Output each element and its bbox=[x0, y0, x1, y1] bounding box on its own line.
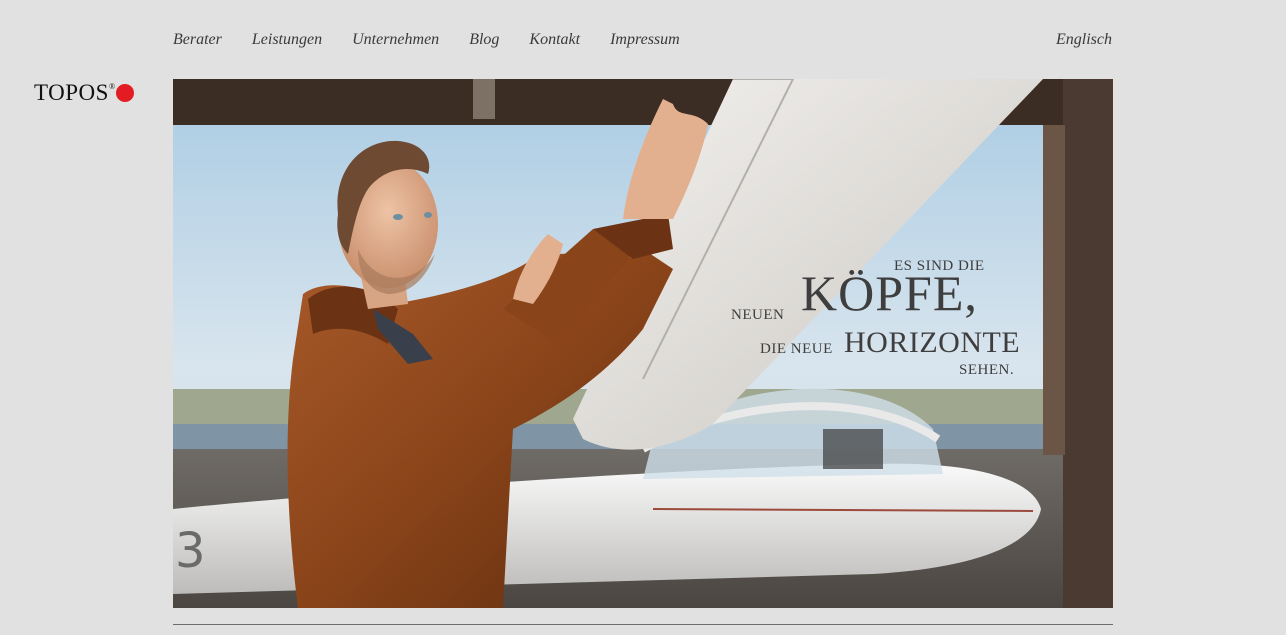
page: Berater Leistungen Unternehmen Blog Kont… bbox=[0, 0, 1286, 635]
tagline-koepfe: KÖPFE, bbox=[801, 265, 978, 321]
registered-mark: ® bbox=[108, 82, 116, 91]
logo-text: TOPOS bbox=[34, 80, 109, 105]
tagline-horizonte: HORIZONTE bbox=[844, 326, 1021, 359]
logo-red-dot-icon bbox=[116, 84, 135, 102]
nav-item-leistungen[interactable]: Leistungen bbox=[252, 31, 322, 49]
nav-item-unternehmen[interactable]: Unternehmen bbox=[352, 31, 439, 49]
bottom-divider bbox=[173, 624, 1113, 625]
nav-item-blog[interactable]: Blog bbox=[469, 31, 499, 49]
tagline-die-neue: DIE NEUE bbox=[760, 341, 833, 357]
nav-item-kontakt[interactable]: Kontakt bbox=[529, 31, 580, 49]
language-link-englisch[interactable]: Englisch bbox=[1056, 31, 1112, 48]
nav-item-impressum[interactable]: Impressum bbox=[610, 31, 680, 49]
tagline-sehen: SEHEN. bbox=[959, 362, 1015, 378]
language-switch: Englisch bbox=[1056, 31, 1112, 49]
main-nav: Berater Leistungen Unternehmen Blog Kont… bbox=[173, 31, 680, 49]
hero-banner: 3 ES SIND DIE NEUEN KÖPFE, DIE NEUE HORI… bbox=[173, 79, 1113, 608]
tagline-neuen: NEUEN bbox=[731, 307, 785, 323]
nav-item-berater[interactable]: Berater bbox=[173, 31, 222, 49]
topos-logo[interactable]: TOPOS ® bbox=[34, 80, 135, 106]
plane-number: 3 bbox=[175, 523, 206, 579]
